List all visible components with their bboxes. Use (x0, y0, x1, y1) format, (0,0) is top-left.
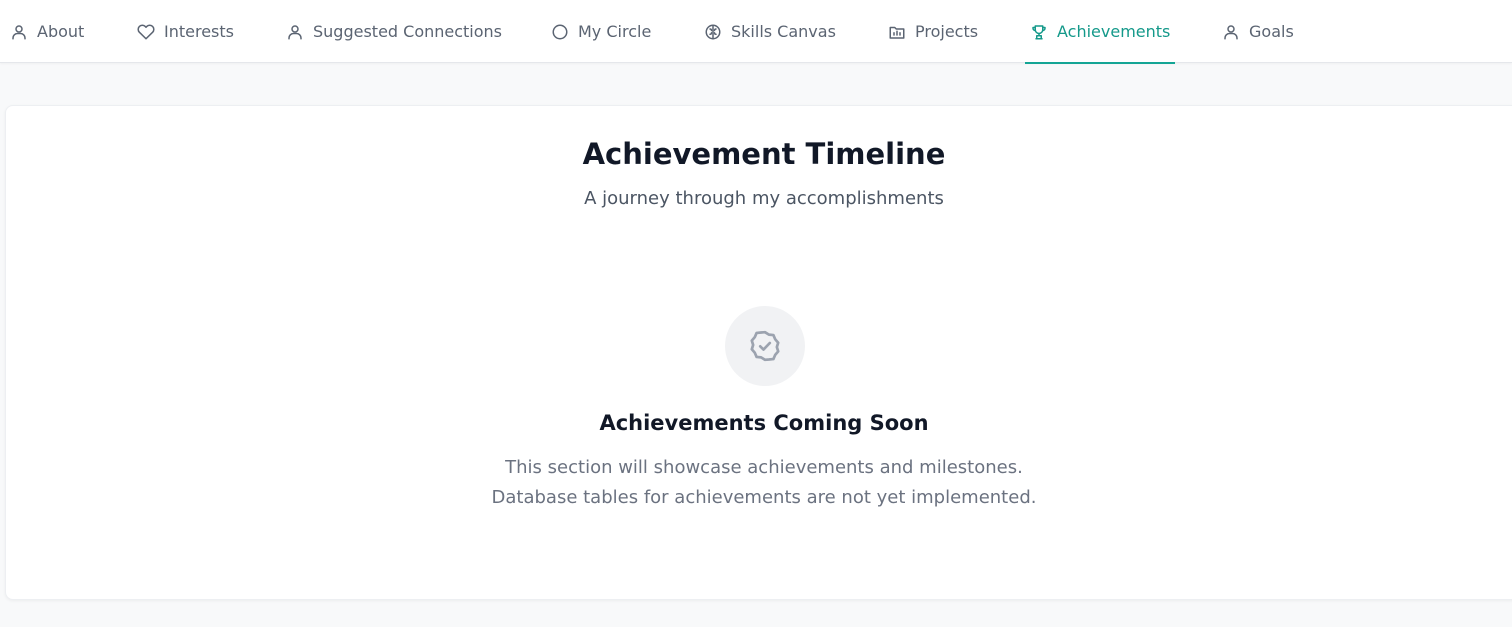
tab-suggested-connections[interactable]: Suggested Connections (286, 0, 502, 63)
tab-interests-label: Interests (164, 22, 234, 41)
empty-state-line-2: Database tables for achievements are not… (491, 487, 1037, 508)
tab-goals[interactable]: Goals (1222, 0, 1294, 63)
chart-bar-icon (889, 26, 905, 39)
tab-skills-canvas[interactable]: Skills Canvas (704, 0, 836, 63)
tab-suggested-connections-label: Suggested Connections (313, 22, 503, 41)
circle-icon (552, 24, 568, 39)
empty-state-icon-circle (725, 306, 805, 386)
section-subtitle: A journey through my accomplishments (584, 188, 944, 209)
tab-goals-label: Goals (1249, 22, 1294, 41)
empty-state-line-1: This section will showcase achievements … (505, 457, 1023, 478)
tab-my-circle-label: My Circle (578, 22, 652, 41)
heart-icon (137, 23, 155, 39)
brain-icon (705, 24, 721, 39)
empty-state-description: This section will showcase achievements … (6, 453, 1512, 513)
badge-check-icon (750, 330, 780, 362)
user-icon (12, 24, 26, 39)
tab-projects[interactable]: Projects (888, 0, 978, 63)
empty-state-title: Achievements Coming Soon (599, 411, 929, 435)
tab-achievements[interactable]: Achievements (1024, 0, 1176, 64)
tab-projects-label: Projects (915, 22, 979, 41)
tab-about-label: About (37, 22, 85, 41)
tab-achievements-label: Achievements (1057, 22, 1171, 41)
user-icon (288, 24, 302, 39)
tab-skills-canvas-label: Skills Canvas (731, 22, 836, 41)
tab-interests[interactable]: Interests (137, 0, 234, 63)
achievement-timeline-card: Achievement Timeline A journey through m… (5, 105, 1512, 600)
tab-my-circle[interactable]: My Circle (551, 0, 651, 63)
user-icon (1224, 24, 1238, 39)
trophy-icon (1032, 24, 1046, 39)
section-title: Achievement Timeline (582, 137, 946, 171)
profile-tab-bar: About Interests Suggested Connections My… (0, 0, 1512, 64)
tab-about[interactable]: About (10, 0, 84, 63)
